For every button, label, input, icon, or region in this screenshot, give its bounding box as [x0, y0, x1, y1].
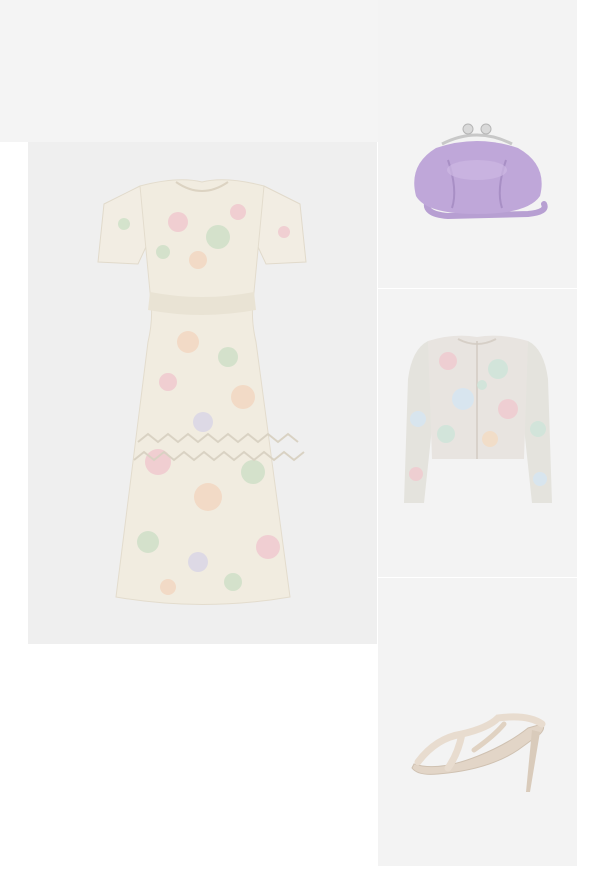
top-background	[0, 0, 378, 142]
dress-icon	[97, 179, 307, 605]
dress-product-tile[interactable]	[28, 142, 377, 644]
purse-icon	[414, 123, 548, 220]
bag-product-tile[interactable]	[378, 0, 577, 288]
jacket-icon	[404, 335, 552, 503]
shoe-product-tile[interactable]	[378, 578, 577, 866]
jacket-product-tile[interactable]	[378, 289, 577, 577]
heel-sandal-icon	[411, 713, 546, 792]
right-margin	[577, 0, 606, 875]
